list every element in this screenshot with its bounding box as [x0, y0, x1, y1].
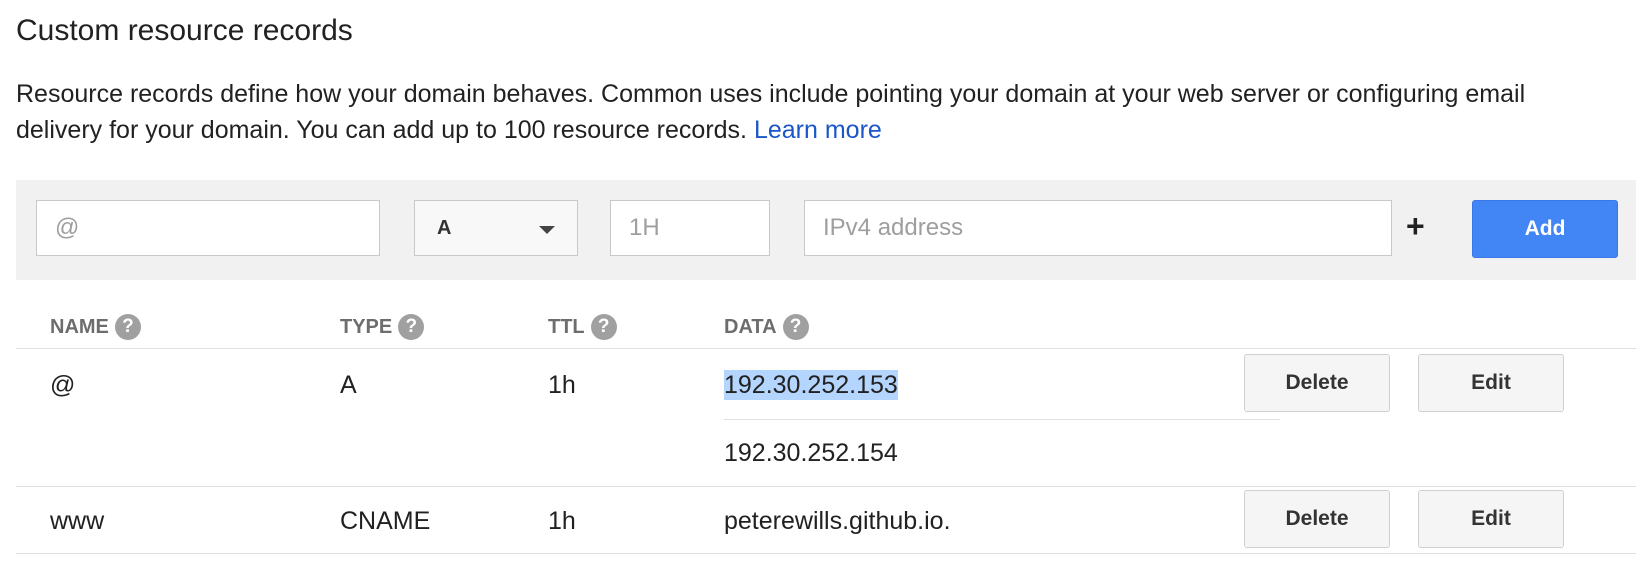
column-label: DATA [724, 315, 777, 338]
section-title: Custom resource records [16, 14, 353, 47]
help-icon[interactable]: ? [398, 314, 425, 340]
delete-button[interactable]: Delete [1244, 490, 1390, 548]
help-icon[interactable]: ? [782, 314, 809, 340]
data-value-divider [724, 419, 1280, 420]
column-label: NAME [50, 315, 109, 338]
table-divider [16, 553, 1636, 554]
column-header-ttl: TTL ? [548, 314, 617, 340]
column-label: TYPE [340, 315, 393, 338]
column-label: TTL [548, 315, 585, 338]
edit-button[interactable]: Edit [1418, 354, 1564, 412]
custom-resource-records-page: Custom resource records Resource records… [0, 0, 1652, 576]
table-divider [16, 486, 1636, 487]
column-header-type: TYPE ? [340, 314, 425, 340]
name-input[interactable] [36, 200, 380, 256]
column-header-name: NAME ? [50, 314, 141, 340]
record-type: A [340, 371, 357, 399]
record-data-value: peterewills.github.io. [724, 507, 951, 535]
add-record-panel: A + Add [16, 180, 1636, 280]
help-icon[interactable]: ? [590, 314, 617, 340]
column-header-data: DATA ? [724, 314, 809, 340]
chevron-down-icon [539, 226, 555, 234]
section-description: Resource records define how your domain … [16, 76, 1616, 148]
record-name: www [50, 507, 105, 535]
type-select-value: A [437, 217, 452, 239]
learn-more-link[interactable]: Learn more [754, 116, 882, 144]
record-data-value: 192.30.252.154 [724, 439, 898, 467]
table-divider [16, 348, 1636, 349]
add-data-plus-icon[interactable]: + [1406, 208, 1425, 244]
record-ttl: 1h [548, 371, 576, 399]
data-input[interactable] [804, 200, 1392, 256]
add-button[interactable]: Add [1472, 200, 1618, 258]
help-icon[interactable]: ? [114, 314, 141, 340]
record-name: @ [50, 371, 76, 399]
edit-button[interactable]: Edit [1418, 490, 1564, 548]
record-data-value: 192.30.252.153 [724, 370, 898, 400]
ttl-input[interactable] [610, 200, 770, 256]
delete-button[interactable]: Delete [1244, 354, 1390, 412]
type-select[interactable]: A [414, 200, 578, 256]
record-type: CNAME [340, 507, 431, 535]
record-ttl: 1h [548, 507, 576, 535]
